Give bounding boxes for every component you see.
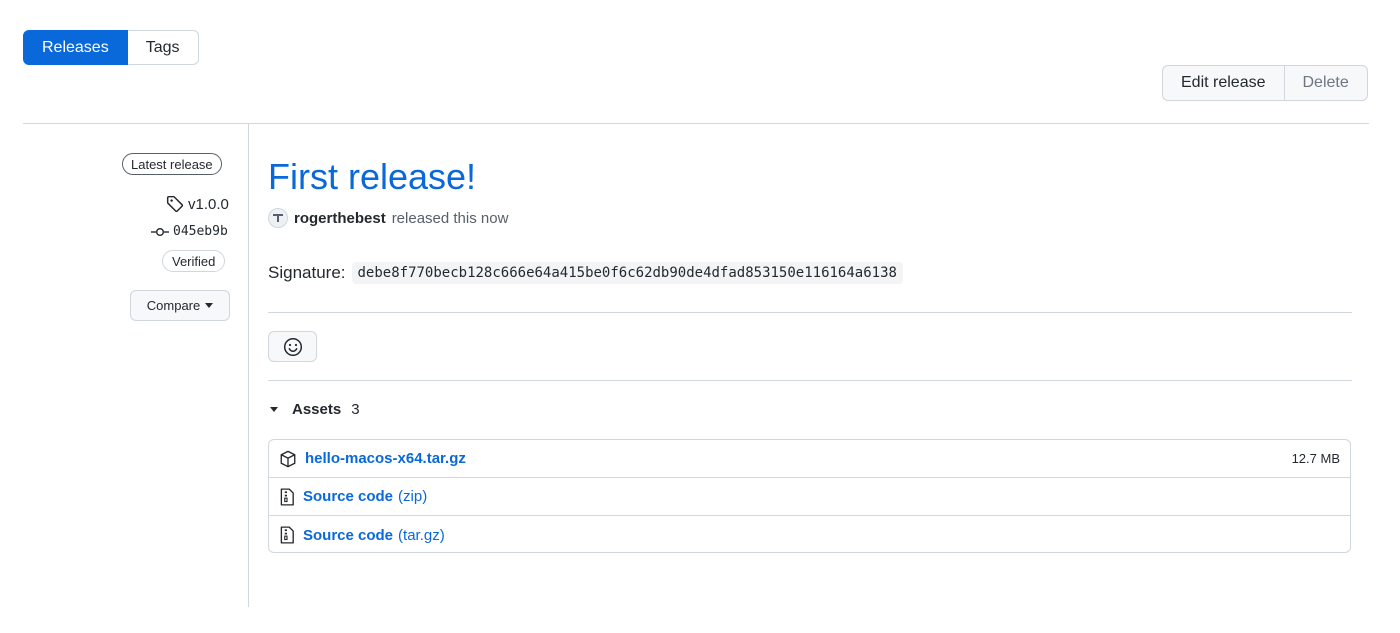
compare-label: Compare [146,298,201,313]
assets-label: Assets [292,401,342,418]
verified-badge[interactable]: Verified [162,250,226,272]
chevron-down-icon [205,303,214,308]
sidebar-divider [248,123,249,607]
commit-icon [151,226,169,238]
add-reaction-button[interactable] [268,331,317,362]
signature-label: Signature: [268,263,346,282]
commit-link[interactable]: 045eb9b [151,224,228,239]
file-zip-icon [279,526,295,544]
compare-button[interactable]: Compare [130,290,230,321]
release-actions: Edit release Delete [1162,65,1368,101]
asset-row: Source code (tar.gz) [269,516,1350,554]
edit-release-button[interactable]: Edit release [1162,65,1285,101]
asset-size: 12.7 MB [1291,451,1340,466]
assets-divider [268,380,1352,381]
assets-list: hello-macos-x64.tar.gz 12.7 MB Source co… [268,439,1351,553]
signature-line: Signature: debe8f770becb128c666e64a415be… [268,262,903,284]
smiley-icon [283,337,303,357]
latest-release-badge: Latest release [122,153,222,175]
file-zip-icon [279,487,295,506]
asset-row: hello-macos-x64.tar.gz 12.7 MB [269,440,1350,478]
avatar[interactable] [268,208,288,228]
triangle-down-icon [270,407,278,412]
tag-link[interactable]: v1.0.0 [166,195,229,213]
release-tabs: Releases Tags [23,30,199,65]
tab-releases[interactable]: Releases [23,30,128,65]
released-text: released this now [391,209,509,227]
asset-link[interactable]: hello-macos-x64.tar.gz [305,450,466,467]
asset-row: Source code (zip) [269,478,1350,516]
asset-link[interactable]: Source code [303,488,393,505]
content-divider [268,312,1352,313]
assets-toggle[interactable]: Assets 3 [270,401,360,418]
release-byline: rogerthebest released this now [268,208,508,228]
assets-count: 3 [351,401,360,418]
signature-value: debe8f770becb128c666e64a415be0f6c62db90d… [351,262,903,284]
release-title[interactable]: First release! [268,156,476,198]
tag-icon [166,195,184,213]
tab-tags[interactable]: Tags [127,30,199,65]
commit-sha: 045eb9b [173,224,228,239]
asset-link[interactable]: Source code [303,527,393,544]
top-divider [23,123,1369,124]
asset-format: (zip) [398,488,428,505]
package-icon [279,450,297,468]
author-link[interactable]: rogerthebest [294,210,386,227]
delete-button[interactable]: Delete [1284,65,1368,101]
tag-label: v1.0.0 [188,195,229,213]
asset-format: (tar.gz) [398,526,445,544]
